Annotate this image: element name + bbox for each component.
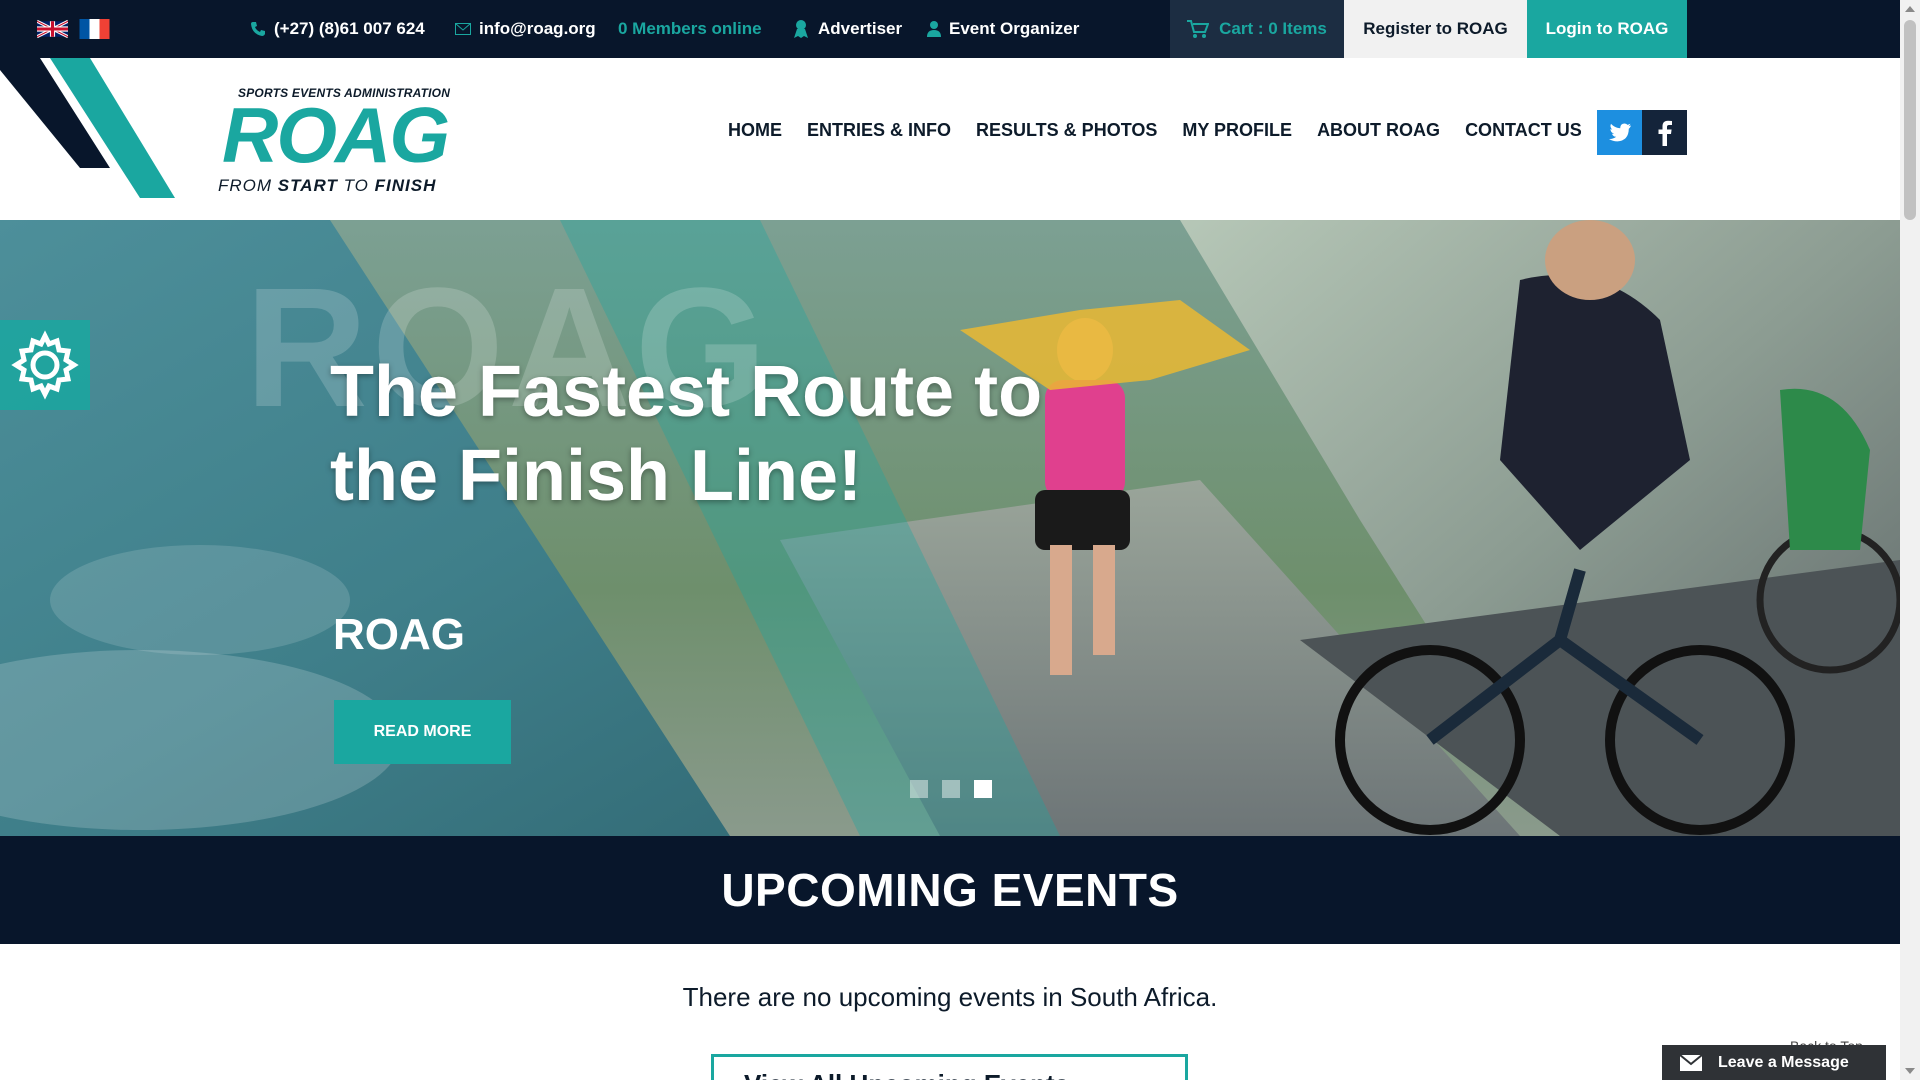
- advertiser-link[interactable]: Advertiser: [792, 0, 902, 58]
- slider-dot-1[interactable]: [910, 780, 928, 798]
- user-icon: [927, 21, 941, 37]
- mail-icon: [455, 23, 471, 35]
- cart-icon: [1187, 20, 1210, 38]
- cart-button[interactable]: Cart : 0 Items: [1170, 0, 1344, 58]
- event-organizer-link[interactable]: Event Organizer: [927, 0, 1079, 58]
- logo-slogan: FROM START TO FINISH: [218, 176, 437, 195]
- nav-home[interactable]: HOME: [728, 120, 782, 141]
- members-online: 0 Members online: [618, 0, 762, 58]
- view-all-events-button[interactable]: View All Upcoming Events: [711, 1054, 1188, 1080]
- france-flag-icon[interactable]: [79, 19, 110, 39]
- site-header: SPORTS EVENTS ADMINISTRATION ROAG FROM S…: [0, 58, 1900, 220]
- leave-message-label: Leave a Message: [1718, 1053, 1849, 1071]
- roag-logo[interactable]: SPORTS EVENTS ADMINISTRATION ROAG FROM S…: [218, 86, 458, 196]
- scrollbar-thumb[interactable]: [1904, 20, 1916, 220]
- scroll-up-arrow-icon[interactable]: [1905, 6, 1915, 12]
- nav-my-profile[interactable]: MY PROFILE: [1182, 120, 1292, 141]
- decorative-stripes: [0, 58, 175, 198]
- members-online-text: 0 Members online: [618, 19, 762, 38]
- nav-contact-us[interactable]: CONTACT US: [1465, 120, 1582, 141]
- phone-number: (+27) (8)61 007 624: [274, 19, 425, 38]
- facebook-icon: [1658, 120, 1672, 146]
- read-more-button[interactable]: READ MORE: [334, 700, 511, 764]
- hero-subtitle: ROAG: [333, 610, 465, 659]
- phone-icon: [251, 22, 265, 36]
- main-nav: HOME ENTRIES & INFO RESULTS & PHOTOS MY …: [728, 120, 1582, 141]
- uk-flag-icon[interactable]: [37, 19, 68, 39]
- nav-about-roag[interactable]: ABOUT ROAG: [1317, 120, 1440, 141]
- phone-link[interactable]: (+27) (8)61 007 624: [250, 0, 425, 58]
- view-all-events-label: View All Upcoming Events: [744, 1069, 1069, 1080]
- nav-entries-info[interactable]: ENTRIES & INFO: [807, 120, 951, 141]
- upcoming-events-band: UPCOMING EVENTS: [0, 836, 1900, 944]
- top-bar: (+27) (8)61 007 624 info@roag.org 0 Memb…: [0, 0, 1900, 58]
- slider-dot-2[interactable]: [942, 780, 960, 798]
- event-organizer-label: Event Organizer: [949, 19, 1080, 38]
- nav-results-photos[interactable]: RESULTS & PHOTOS: [976, 120, 1157, 141]
- email-link[interactable]: info@roag.org: [455, 0, 596, 58]
- facebook-button[interactable]: [1642, 110, 1687, 155]
- login-button[interactable]: Login to ROAG: [1527, 0, 1687, 58]
- slider-dot-3[interactable]: [974, 780, 992, 798]
- no-events-message: There are no upcoming events in South Af…: [682, 982, 1218, 1012]
- hero-slider: ROAG The Fastest Route to the Finish Lin…: [0, 220, 1900, 836]
- upcoming-events-heading: UPCOMING EVENTS: [721, 864, 1179, 916]
- advertiser-icon: [794, 20, 808, 38]
- advertiser-label: Advertiser: [818, 19, 903, 38]
- envelope-icon: [1680, 1054, 1702, 1071]
- scroll-down-arrow-icon[interactable]: [1905, 1068, 1915, 1074]
- cart-label: Cart : 0 Items: [1219, 19, 1327, 38]
- register-button[interactable]: Register to ROAG: [1344, 0, 1527, 58]
- page-scrollbar[interactable]: [1900, 0, 1920, 1080]
- twitter-button[interactable]: [1597, 110, 1642, 155]
- twitter-icon: [1608, 123, 1631, 141]
- settings-tab[interactable]: [0, 320, 90, 410]
- slider-dots: [910, 780, 992, 798]
- logo-wordmark: ROAG: [222, 91, 450, 179]
- gear-icon: [11, 330, 79, 400]
- hero-title: The Fastest Route to the Finish Line!: [330, 352, 1043, 516]
- leave-message-widget[interactable]: Leave a Message: [1662, 1045, 1886, 1080]
- email-address: info@roag.org: [479, 19, 596, 38]
